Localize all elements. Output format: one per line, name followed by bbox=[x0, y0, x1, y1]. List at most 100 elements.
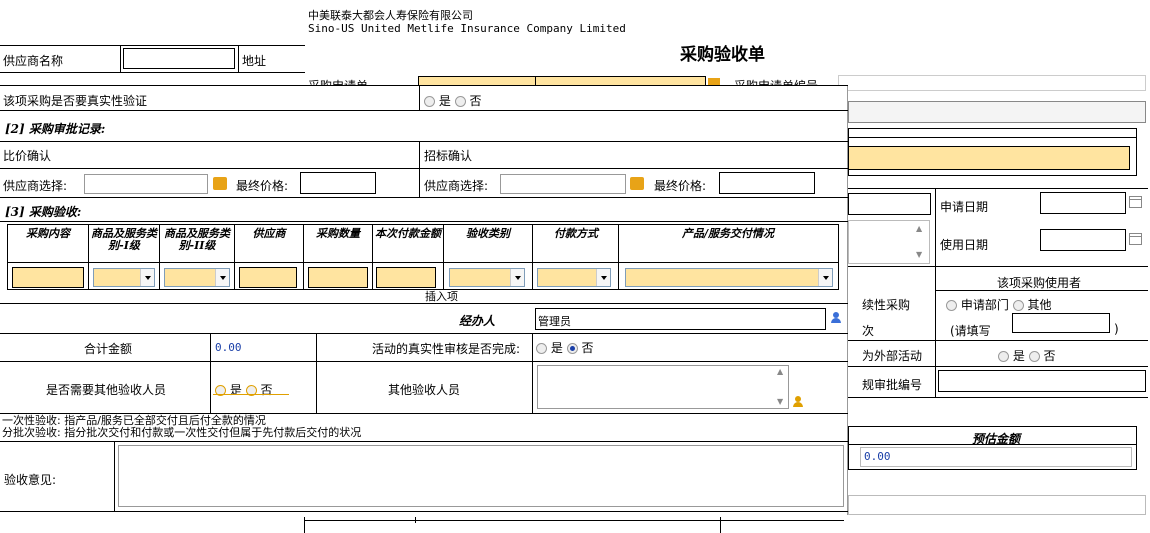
approval-no-input[interactable] bbox=[938, 370, 1146, 392]
scroll-edge bbox=[720, 517, 721, 533]
tender-label: 招标确认 bbox=[424, 149, 473, 163]
apply-date-input[interactable] bbox=[1040, 192, 1126, 214]
apply-date-label: 申请日期 bbox=[940, 200, 989, 214]
right-yellow-field[interactable] bbox=[848, 146, 1130, 170]
th-payment-method: 付款方式 bbox=[554, 227, 598, 240]
supplier-select-input-1[interactable] bbox=[84, 174, 208, 194]
radio-activity-no[interactable] bbox=[566, 343, 578, 354]
compare-label: 比价确认 bbox=[3, 149, 52, 163]
final-price-label-1: 最终价格: bbox=[236, 179, 289, 193]
category-2-select[interactable] bbox=[164, 268, 230, 287]
th-supplier: 供应商 bbox=[252, 227, 286, 240]
activity-no-label: 否 bbox=[581, 341, 594, 355]
handler-value: 管理员 bbox=[538, 315, 571, 328]
final-price-input-1[interactable] bbox=[300, 172, 376, 194]
external-label: 为外部活动 bbox=[862, 349, 923, 363]
user-header: 该项采购使用者 bbox=[997, 276, 1082, 290]
final-price-input-2[interactable] bbox=[719, 172, 815, 194]
supplier-select-input-2[interactable] bbox=[500, 174, 626, 194]
scroll-up-icon[interactable]: ▲ bbox=[777, 367, 783, 376]
cell-divider bbox=[238, 45, 239, 73]
supplier-lookup-icon-2[interactable] bbox=[630, 177, 644, 190]
th-category-2: 商品及服务类别-II级 bbox=[164, 227, 230, 252]
radio-auth-yes[interactable] bbox=[424, 96, 435, 107]
fill-in-close: ) bbox=[1114, 322, 1119, 336]
scroll-up-icon[interactable]: ▲ bbox=[916, 224, 922, 233]
scroll-down-icon[interactable]: ▼ bbox=[916, 250, 922, 259]
col-divider bbox=[159, 225, 160, 289]
supplier-input[interactable] bbox=[239, 267, 297, 288]
payment-method-select[interactable] bbox=[537, 268, 611, 287]
authenticity-radio-group: 是 否 bbox=[424, 92, 482, 109]
right-input-a[interactable] bbox=[848, 193, 931, 215]
cell-divider bbox=[114, 441, 115, 511]
category-1-select[interactable] bbox=[93, 268, 155, 287]
payment-amount-input[interactable] bbox=[376, 267, 436, 288]
authenticity-label: 该项采购是否要真实性验证 bbox=[3, 94, 148, 108]
supplier-lookup-icon-1[interactable] bbox=[213, 177, 227, 190]
supplier-name-input[interactable] bbox=[123, 48, 235, 69]
other-label: 其他 bbox=[1027, 298, 1052, 312]
radio-auth-no[interactable] bbox=[454, 96, 466, 107]
other-user-input[interactable] bbox=[1012, 313, 1110, 333]
purchase-request-no-input[interactable] bbox=[838, 75, 1146, 91]
bottom-scrollbar-line bbox=[304, 520, 844, 521]
use-date-input[interactable] bbox=[1040, 229, 1126, 251]
yes-label: 是 bbox=[1012, 349, 1025, 363]
cell-divider bbox=[316, 333, 317, 413]
inspector-icon-body bbox=[793, 402, 803, 407]
grid-line bbox=[0, 361, 848, 362]
handler-input[interactable] bbox=[535, 308, 826, 330]
user-picker-icon[interactable] bbox=[831, 312, 841, 324]
activity-check-label: 活动的真实性审核是否完成: bbox=[372, 342, 521, 356]
right-box-line bbox=[848, 137, 1137, 138]
col-divider bbox=[532, 225, 533, 289]
radio-other[interactable] bbox=[1012, 300, 1024, 311]
scroll-down-icon[interactable]: ▼ bbox=[777, 397, 783, 406]
cell-divider bbox=[419, 85, 420, 111]
use-date-calendar-icon[interactable] bbox=[1129, 233, 1142, 245]
grid-line bbox=[0, 441, 848, 442]
purchase-request-input[interactable] bbox=[418, 76, 536, 85]
purchase-request-label: 采购申请单 bbox=[308, 77, 368, 85]
grid-line bbox=[0, 303, 848, 304]
lookup-icon[interactable] bbox=[708, 78, 720, 85]
delivery-status-select[interactable] bbox=[625, 268, 833, 287]
inspector-picker-icon[interactable] bbox=[793, 396, 803, 408]
dropdown-arrow-icon bbox=[140, 269, 154, 286]
apply-date-calendar-icon[interactable] bbox=[1129, 196, 1142, 208]
grid-line bbox=[848, 266, 1148, 267]
th-quantity: 采购数量 bbox=[316, 227, 360, 240]
radio-apply-dept[interactable] bbox=[946, 300, 957, 311]
opinion-textarea[interactable] bbox=[118, 445, 844, 507]
acceptance-type-select[interactable] bbox=[449, 268, 525, 287]
grid-line bbox=[0, 333, 848, 334]
content-input[interactable] bbox=[12, 267, 84, 288]
col-divider bbox=[372, 225, 373, 289]
insert-row-link[interactable]: 插入项 bbox=[425, 291, 458, 303]
total-value: 0.00 bbox=[215, 341, 242, 354]
dropdown-arrow-icon bbox=[215, 269, 229, 286]
use-date-label: 使用日期 bbox=[940, 238, 989, 252]
purchase-request-input-2[interactable] bbox=[536, 76, 706, 85]
other-inspector-textarea[interactable] bbox=[537, 365, 789, 409]
radio-activity-yes[interactable] bbox=[536, 343, 547, 354]
budget-input[interactable] bbox=[860, 447, 1132, 467]
bottom-right-input[interactable] bbox=[848, 495, 1146, 515]
col-divider bbox=[88, 225, 89, 289]
grid-line bbox=[0, 168, 848, 169]
supplier-select-label-1: 供应商选择: bbox=[3, 179, 68, 193]
radio-external-no[interactable] bbox=[1028, 351, 1040, 362]
company-name-cn: 中美联泰大都会人寿保险有限公司 bbox=[308, 9, 473, 22]
section3-title: [3] 采购验收: bbox=[5, 205, 82, 219]
col-divider bbox=[618, 225, 619, 289]
budget-value: 0.00 bbox=[864, 450, 891, 463]
radio-external-yes[interactable] bbox=[998, 351, 1009, 362]
grid-line bbox=[848, 340, 1148, 341]
activity-yes-label: 是 bbox=[550, 341, 563, 355]
quantity-input[interactable] bbox=[308, 267, 368, 288]
continuous-label: 续性采购 bbox=[862, 298, 911, 312]
user-radio-group: 申请部门 其他 bbox=[946, 296, 1052, 313]
cell-divider bbox=[210, 333, 211, 413]
budget-header: 预估金额 bbox=[972, 432, 1021, 446]
